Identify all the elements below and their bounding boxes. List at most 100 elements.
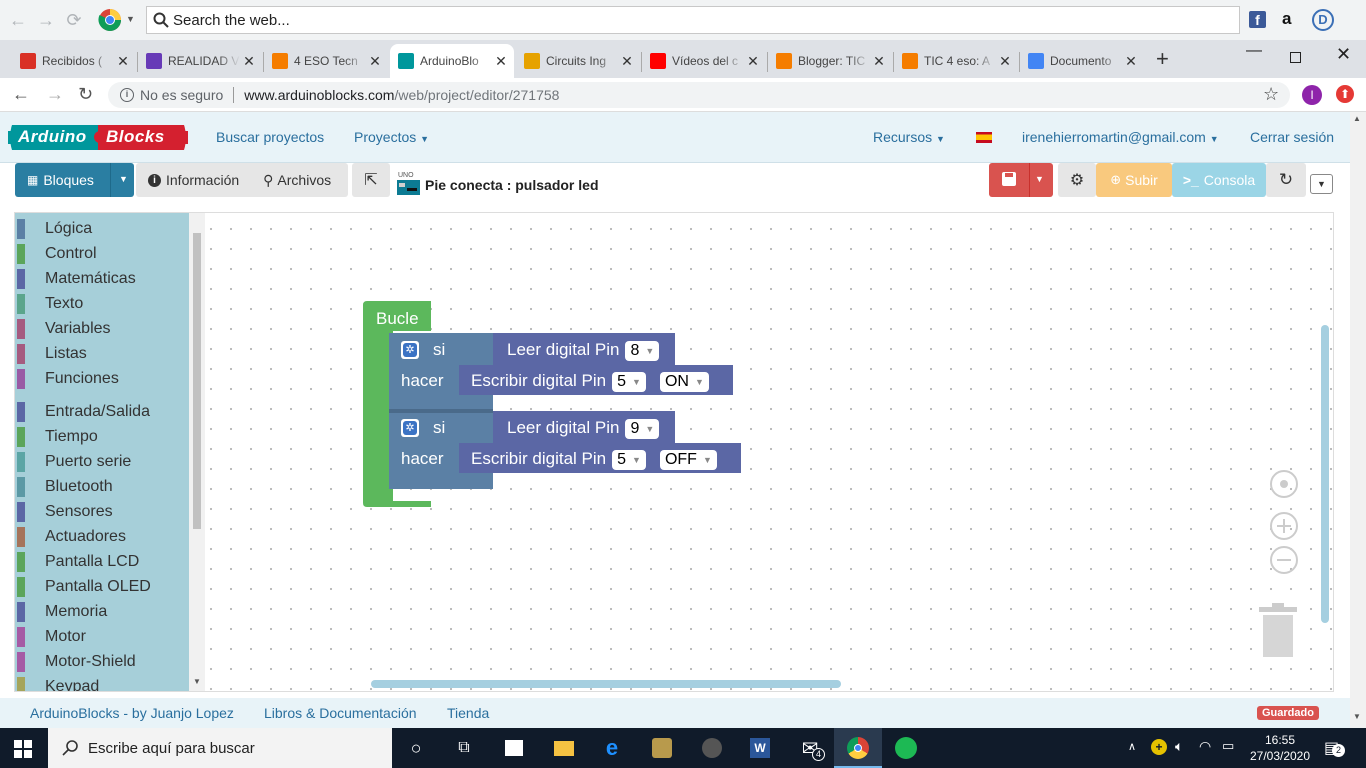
new-tab-icon[interactable]: +: [1156, 46, 1169, 72]
console-button[interactable]: >_ Consola: [1172, 163, 1266, 197]
tab[interactable]: TIC 4 eso: A ✕: [894, 44, 1018, 78]
tab[interactable]: Circuits Ing ✕: [516, 44, 640, 78]
tab-close-icon[interactable]: ✕: [870, 53, 888, 70]
tab[interactable]: Vídeos del c ✕: [642, 44, 766, 78]
spain-flag-icon[interactable]: [976, 132, 992, 143]
trash-icon[interactable]: [1257, 603, 1299, 659]
cortana-icon[interactable]: ○: [404, 736, 428, 760]
category-item[interactable]: Pantalla OLED: [15, 574, 189, 599]
notification-center-icon[interactable]: ▤2: [1324, 738, 1345, 758]
category-item[interactable]: Funciones: [15, 366, 189, 391]
loop-block-shape[interactable]: [363, 301, 763, 511]
zoom-in-icon[interactable]: [1269, 511, 1299, 541]
read-pin-dropdown[interactable]: 9 ▼: [625, 418, 660, 439]
category-item[interactable]: Actuadores: [15, 524, 189, 549]
profile-avatar[interactable]: I: [1302, 85, 1322, 105]
store-icon[interactable]: [502, 736, 526, 760]
tab-close-icon[interactable]: ✕: [492, 53, 510, 70]
task-view-icon[interactable]: ⧉: [452, 736, 476, 760]
url-field[interactable]: i No es seguro www.arduinoblocks.com/web…: [108, 82, 1290, 108]
files-button[interactable]: Archivos: [277, 172, 331, 188]
speaker-app-icon[interactable]: [700, 736, 724, 760]
scroll-down-arrow-icon[interactable]: ▼: [193, 677, 201, 686]
blocks-button[interactable]: ▦ Bloques ▼: [15, 163, 134, 197]
taskbar-search-input[interactable]: Escribe aquí para buscar: [48, 728, 392, 768]
write-pin-block-2[interactable]: Escribir digital Pin 5 ▼ OFF ▼: [471, 449, 717, 470]
read-pin-dropdown[interactable]: 8 ▼: [625, 340, 660, 361]
books-docs-link[interactable]: Libros & Documentación: [264, 705, 417, 721]
info-button[interactable]: Información: [166, 172, 239, 188]
minimize-icon[interactable]: —: [1246, 42, 1262, 60]
tab-close-icon[interactable]: ✕: [366, 53, 384, 70]
upload-button[interactable]: ⊕ Subir: [1096, 163, 1172, 197]
chrome-taskbar-button[interactable]: [834, 728, 882, 768]
category-item[interactable]: Motor-Shield: [15, 649, 189, 674]
clock-time[interactable]: 16:55: [1250, 733, 1310, 747]
edge-icon[interactable]: e: [600, 735, 624, 760]
share-button[interactable]: ⇱: [352, 163, 390, 197]
scroll-up-arrow-icon[interactable]: ▲: [1353, 114, 1361, 123]
forward-icon[interactable]: →: [36, 10, 56, 30]
chrome-icon[interactable]: [98, 8, 124, 32]
pin-state-dropdown[interactable]: ON ▼: [659, 371, 709, 392]
recenter-icon[interactable]: [1269, 469, 1299, 499]
category-item[interactable]: Puerto serie: [15, 449, 189, 474]
tab-close-icon[interactable]: ✕: [114, 53, 132, 70]
tab-close-icon[interactable]: ✕: [1122, 53, 1140, 70]
reload-icon[interactable]: ⟳: [64, 10, 84, 30]
zoom-out-icon[interactable]: [1269, 545, 1299, 575]
workspace-vertical-scrollbar[interactable]: [1321, 325, 1329, 623]
bookmark-star-icon[interactable]: ☆: [1263, 84, 1279, 105]
category-item[interactable]: Entrada/Salida: [15, 399, 189, 424]
read-pin-block-1[interactable]: Leer digital Pin 8 ▼: [507, 340, 660, 361]
resources-menu[interactable]: Recursos ▼: [873, 129, 945, 145]
page-scrollbar[interactable]: ▲ ▼: [1350, 112, 1366, 728]
read-pin-block-2[interactable]: Leer digital Pin 9 ▼: [507, 418, 660, 439]
web-search-input[interactable]: Search the web...: [146, 6, 1240, 34]
category-item[interactable]: Lógica: [15, 216, 189, 241]
mail-icon[interactable]: ✉ 4: [798, 736, 825, 761]
update-icon[interactable]: ⬆: [1336, 85, 1354, 103]
toolbox-scroll-thumb[interactable]: [193, 233, 201, 529]
clock-date[interactable]: 27/03/2020: [1246, 749, 1314, 763]
maximize-icon[interactable]: [1290, 52, 1301, 63]
back-icon[interactable]: ←: [8, 10, 28, 30]
board-select[interactable]: ▼: [1310, 174, 1333, 194]
store-link[interactable]: Tienda: [447, 705, 489, 721]
logout-link[interactable]: Cerrar sesión: [1250, 129, 1334, 145]
wifi-icon[interactable]: ◠: [1199, 738, 1211, 755]
category-item[interactable]: Keypad: [15, 674, 189, 691]
mutator-gear-icon[interactable]: ✲: [401, 341, 419, 359]
category-item[interactable]: Variables: [15, 316, 189, 341]
category-item[interactable]: Sensores: [15, 499, 189, 524]
forward-icon[interactable]: →: [46, 84, 64, 105]
extension-d-icon[interactable]: D: [1312, 9, 1334, 31]
category-item[interactable]: Listas: [15, 341, 189, 366]
category-item[interactable]: Matemáticas: [15, 266, 189, 291]
facebook-icon[interactable]: f: [1249, 11, 1266, 28]
search-projects-link[interactable]: Buscar proyectos: [216, 129, 324, 145]
refresh-button[interactable]: ↻: [1266, 163, 1306, 197]
toolbox-scrollbar[interactable]: ▼: [189, 213, 205, 691]
category-item[interactable]: Tiempo: [15, 424, 189, 449]
arduinoblocks-logo[interactable]: Arduino Blocks: [8, 121, 188, 154]
tab-close-icon[interactable]: ✕: [744, 53, 762, 70]
scroll-down-arrow-icon[interactable]: ▼: [1353, 712, 1361, 721]
category-item[interactable]: Motor: [15, 624, 189, 649]
volume-icon[interactable]: 🔈︎: [1175, 738, 1183, 755]
window-close-icon[interactable]: ✕: [1336, 44, 1351, 65]
category-item[interactable]: Bluetooth: [15, 474, 189, 499]
tab-close-icon[interactable]: ✕: [996, 53, 1014, 70]
chevron-down-icon[interactable]: ▼: [126, 14, 135, 24]
save-button[interactable]: ▼: [989, 163, 1053, 197]
tab[interactable]: ArduinoBlo ✕: [390, 44, 514, 78]
app-icon[interactable]: [650, 736, 674, 760]
write-pin-block-1[interactable]: Escribir digital Pin 5 ▼ ON ▼: [471, 371, 709, 392]
user-menu[interactable]: irenehierromartin@gmail.com ▼: [1022, 129, 1219, 145]
tab[interactable]: Recibidos (✕: [12, 44, 136, 78]
file-explorer-icon[interactable]: [552, 736, 576, 760]
category-item[interactable]: Memoria: [15, 599, 189, 624]
spotify-icon[interactable]: [894, 736, 918, 760]
category-item[interactable]: Pantalla LCD: [15, 549, 189, 574]
tab[interactable]: 4 ESO Tecn ✕: [264, 44, 388, 78]
